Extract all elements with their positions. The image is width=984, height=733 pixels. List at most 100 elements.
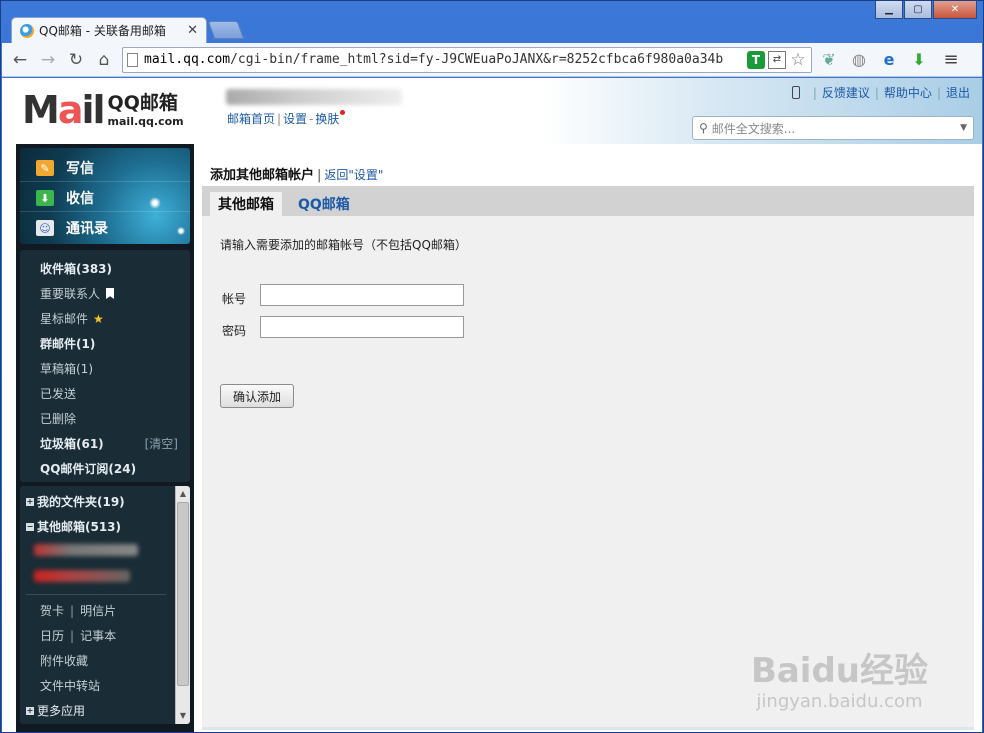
translate-icon[interactable]: ⇄: [768, 50, 786, 69]
forward-arrow-icon[interactable]: →: [36, 48, 60, 72]
pencil-icon: ✎: [36, 160, 54, 176]
watermark-logo-text: Baidu经验: [750, 651, 928, 691]
mail-logo[interactable]: Mail QQ邮箱 mail.qq.com: [22, 90, 184, 130]
ie-tab-icon[interactable]: e: [876, 47, 902, 73]
phone-icon[interactable]: [791, 86, 800, 99]
browser-tab[interactable]: QQ邮箱 - 关联备用邮箱 ✕: [11, 17, 207, 43]
mail-home-link[interactable]: 邮箱首页: [227, 112, 275, 126]
sidebar-item-my-folders[interactable]: + 我的文件夹(19): [26, 493, 125, 510]
confirm-add-button[interactable]: 确认添加: [220, 384, 294, 408]
star-icon: ★: [93, 311, 104, 326]
chevron-down-icon[interactable]: ▼: [960, 123, 967, 133]
sidebar-item-vip[interactable]: 重要联系人: [20, 281, 190, 306]
page-content: Mail QQ邮箱 mail.qq.com 邮箱首页 | 设置 - 换肤 | 反馈建议 …: [2, 78, 982, 732]
help-link[interactable]: 帮助中心: [884, 84, 932, 101]
sidebar-item-more-apps[interactable]: + 更多应用: [26, 702, 85, 719]
scroll-down-icon[interactable]: ▼: [178, 711, 188, 721]
mail-header: Mail QQ邮箱 mail.qq.com 邮箱首页 | 设置 - 换肤 | 反馈建议 …: [2, 78, 982, 144]
url-path: /cgi-bin/frame_html?sid=fy-J9CWEuaPoJANX…: [230, 52, 724, 67]
logout-link[interactable]: 退出: [946, 84, 970, 101]
download-arrow-icon[interactable]: ⬇: [906, 47, 932, 73]
tab-qq-mailbox[interactable]: QQ邮箱: [290, 192, 358, 216]
form-hint: 请输入需要添加的邮箱帐号（不包括QQ邮箱）: [220, 238, 467, 252]
blurred-mailbox-1[interactable]: [34, 544, 138, 556]
blurred-mailbox-2[interactable]: [34, 570, 130, 582]
calendar-links: 日历 | 记事本: [40, 629, 117, 643]
scroll-thumb[interactable]: [177, 502, 189, 686]
sidebar-item-inbox[interactable]: 收件箱(383): [20, 256, 190, 281]
menu-icon[interactable]: ≡: [938, 47, 964, 73]
main-content: 添加其他邮箱帐户 | 返回"设置" 其他邮箱 QQ邮箱 请输入需要添加的邮箱帐号（不…: [202, 158, 974, 732]
compose-panel: ✎ 写信 ⬇ 收信 ☺ 通讯录: [20, 148, 190, 244]
sidebar-item-postcards[interactable]: 明信片: [80, 604, 116, 618]
new-dot-badge: [340, 110, 346, 115]
sidebar-item-group[interactable]: 群邮件(1): [20, 331, 190, 356]
header-links: 邮箱首页 | 设置 - 换肤: [227, 110, 346, 127]
address-bar[interactable]: mail.qq.com/cgi-bin/frame_html?sid=fy-J9…: [122, 46, 812, 73]
receive-button[interactable]: ⬇ 收信: [36, 188, 94, 208]
watermark-url: jingyan.baidu.com: [756, 691, 923, 712]
baidu-watermark: Baidu经验 jingyan.baidu.com: [751, 653, 928, 712]
url-text[interactable]: mail.qq.com/cgi-bin/frame_html?sid=fy-J9…: [144, 52, 744, 67]
expand-plus-icon[interactable]: +: [26, 706, 34, 715]
sidebar-item-calendar[interactable]: 日历: [40, 629, 64, 643]
password-label: 密码: [222, 324, 247, 338]
settings-link[interactable]: 设置: [283, 112, 307, 126]
sidebar-item-sent[interactable]: 已发送: [20, 381, 190, 406]
top-right-links: | 反馈建议 | 帮助中心 | 退出: [791, 84, 970, 101]
cards-links: 贺卡 | 明信片: [40, 604, 117, 618]
feedback-link[interactable]: 反馈建议: [822, 84, 870, 101]
sidebar-item-cards[interactable]: 贺卡: [40, 604, 64, 618]
url-host: mail.qq.com: [144, 52, 231, 67]
logo-title: QQ邮箱: [107, 91, 178, 114]
bookmark-flag-icon: [106, 288, 115, 299]
sidebar-item-notes[interactable]: 记事本: [80, 629, 116, 643]
compose-button[interactable]: ✎ 写信: [36, 158, 94, 178]
scroll-up-icon[interactable]: ▲: [178, 489, 188, 499]
folder-list: 收件箱(383) 重要联系人 星标邮件 ★ 群邮件(1) 草稿箱(1) 已发送 已…: [20, 250, 190, 482]
close-tab-icon[interactable]: ✕: [187, 23, 198, 38]
security-shield-icon[interactable]: T: [747, 50, 765, 69]
sidebar-item-drafts[interactable]: 草稿箱(1): [20, 356, 190, 381]
extension-leaf-icon[interactable]: ❦: [816, 47, 842, 73]
account-field[interactable]: [260, 284, 464, 306]
sidebar-scrollbar[interactable]: ▲ ▼: [175, 486, 190, 724]
mailbox-tabs: 其他邮箱 QQ邮箱: [202, 186, 974, 216]
search-placeholder: 邮件全文搜索...: [711, 121, 796, 136]
sidebar-item-attachments[interactable]: 附件收藏: [40, 652, 88, 669]
back-arrow-icon[interactable]: ←: [8, 48, 32, 72]
sidebar-item-transfer[interactable]: 文件中转站: [40, 677, 100, 694]
sidebar-item-deleted[interactable]: 已删除: [20, 406, 190, 431]
search-input[interactable]: ⚲ 邮件全文搜索... ▼: [692, 116, 974, 140]
home-icon[interactable]: ⌂: [92, 48, 116, 72]
reload-icon[interactable]: ↻: [64, 48, 88, 72]
logo-text: QQ邮箱 mail.qq.com: [107, 91, 184, 128]
tab-strip: QQ邮箱 - 关联备用邮箱 ✕: [11, 15, 971, 43]
skin-link[interactable]: 换肤: [315, 112, 339, 126]
qqmail-favicon-icon: [20, 23, 34, 38]
tab-title: QQ邮箱 - 关联备用邮箱: [39, 24, 166, 38]
sidebar: ✎ 写信 ⬇ 收信 ☺ 通讯录 收件箱(383) 重要联系人 星标邮件 ★ 群邮件: [16, 144, 194, 732]
page-title: 添加其他邮箱帐户: [210, 168, 315, 183]
new-tab-button[interactable]: [207, 21, 245, 39]
collapse-minus-icon[interactable]: −: [26, 522, 34, 531]
divider: [26, 594, 166, 595]
secondary-folder-list: + 我的文件夹(19) − 其他邮箱(513) 贺卡 | 明信片 日历 | 记事本 附件收藏…: [20, 486, 190, 724]
download-tray-icon: ⬇: [36, 190, 54, 206]
expand-plus-icon[interactable]: +: [26, 497, 34, 506]
sidebar-item-starred[interactable]: 星标邮件 ★: [20, 306, 190, 331]
logo-domain: mail.qq.com: [107, 114, 184, 128]
page-icon: [127, 52, 138, 67]
sidebar-item-other-mailboxes[interactable]: − 其他邮箱(513): [26, 518, 121, 535]
extension-globe-icon[interactable]: ◍: [846, 47, 872, 73]
bookmark-star-icon[interactable]: ☆: [789, 50, 807, 70]
contact-card-icon: ☺: [36, 220, 54, 236]
contacts-button[interactable]: ☺ 通讯录: [36, 218, 108, 238]
back-to-settings-link[interactable]: 返回"设置": [324, 168, 383, 182]
tab-other-mailbox[interactable]: 其他邮箱: [210, 192, 282, 216]
password-field[interactable]: [260, 316, 464, 338]
sidebar-item-spam[interactable]: 垃圾箱(61) [清空]: [20, 431, 190, 456]
clear-spam-link[interactable]: [清空]: [145, 435, 178, 452]
browser-window: ▁ ▢ ✕ QQ邮箱 - 关联备用邮箱 ✕ ← → ↻ ⌂ mail.qq.co…: [0, 0, 984, 733]
sidebar-item-subscriptions[interactable]: QQ邮件订阅(24): [20, 456, 190, 481]
